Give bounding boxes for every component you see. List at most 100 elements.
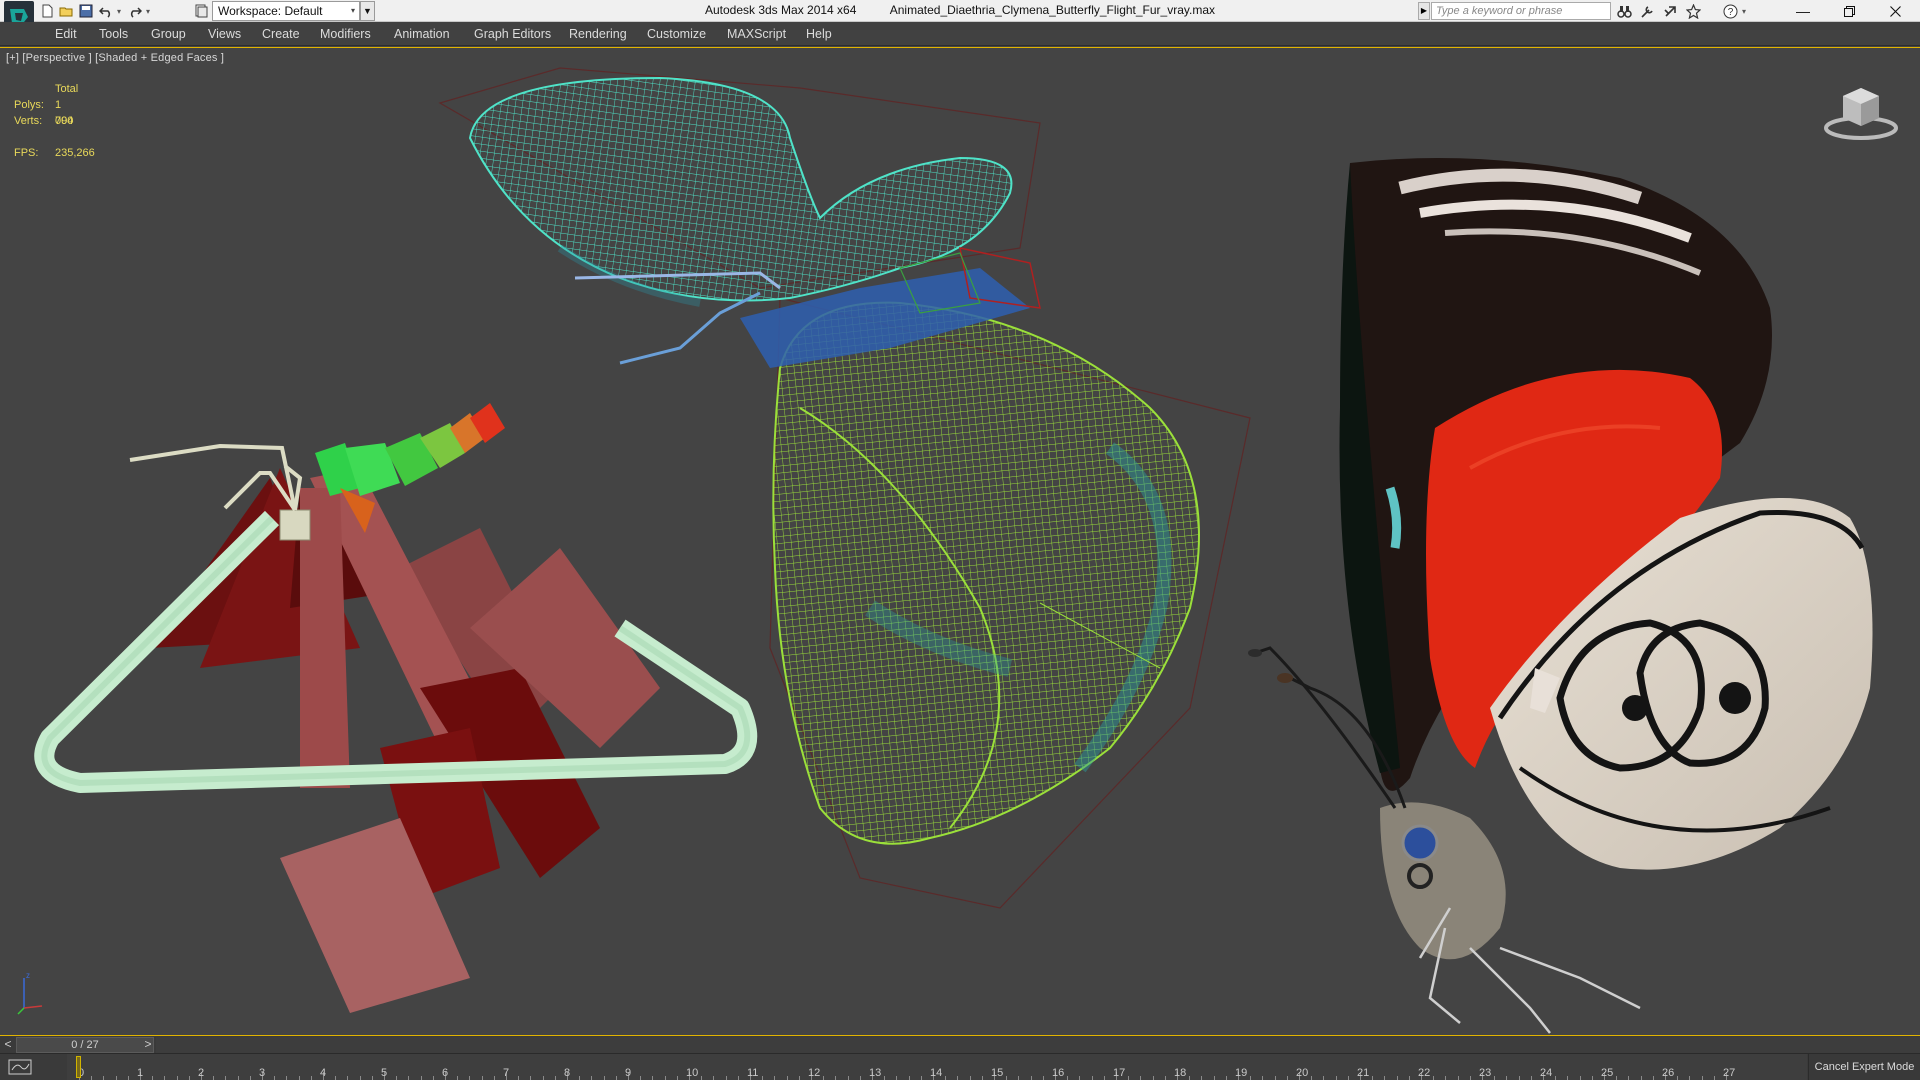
- help-dropdown-icon[interactable]: ▾: [1739, 2, 1749, 20]
- timeline-tick: [1103, 1076, 1105, 1080]
- project-folder-icon[interactable]: [192, 2, 210, 20]
- cancel-expert-mode-button[interactable]: Cancel Expert Mode: [1808, 1054, 1920, 1080]
- next-frame-button[interactable]: >: [140, 1036, 156, 1054]
- time-slider-thumb[interactable]: 0 / 27: [16, 1037, 154, 1053]
- timeline-tick: [335, 1076, 337, 1080]
- timeline-tick: [1628, 1076, 1630, 1080]
- fps-label: FPS:: [14, 147, 39, 159]
- bone-rig-object[interactable]: [34, 403, 758, 1013]
- timeline-tick: [1201, 1076, 1203, 1080]
- timeline-tick: [798, 1076, 800, 1080]
- undo-icon[interactable]: [97, 2, 115, 20]
- timeline-tick: [762, 1076, 764, 1080]
- workspace-expand-icon[interactable]: ▼: [360, 1, 375, 21]
- timeline-tick: [847, 1076, 849, 1080]
- current-frame-marker[interactable]: [76, 1056, 81, 1078]
- menu-tools[interactable]: Tools: [99, 27, 128, 41]
- timeline-tick: [579, 1076, 581, 1080]
- timeline-ruler[interactable]: 0 1 2 3 4 5 6 7 8 9 10 11 12 13 14 15 16 17 18 19 20 21 22 23 24…: [67, 1054, 1807, 1080]
- timeline-tick: [127, 1076, 129, 1080]
- verts-label: Verts:: [14, 115, 43, 127]
- timeline-tick: [713, 1076, 715, 1080]
- timeline-tick: [1262, 1076, 1264, 1080]
- timeline-tick: [1347, 1076, 1349, 1080]
- restore-icon: [1843, 5, 1855, 17]
- subscription-center-icon[interactable]: [1637, 2, 1657, 20]
- timeline-tick: [1079, 1076, 1081, 1080]
- viewport-label[interactable]: [+] [Perspective ] [Shaded + Edged Faces…: [6, 52, 224, 64]
- timeline-tick-label: 5: [381, 1067, 388, 1079]
- timeline-tick: [542, 1076, 544, 1080]
- timeline-tick-label: 17: [1113, 1067, 1126, 1079]
- app-window: ▾ ▾ Workspace: Default ▾ ▼ Autodesk 3ds …: [0, 0, 1920, 1080]
- timeline-tick: [286, 1076, 288, 1080]
- menu-modifiers[interactable]: Modifiers: [320, 27, 371, 41]
- timeline-tick: [225, 1076, 227, 1080]
- timeline-tick: [1091, 1076, 1093, 1080]
- app-title: Autodesk 3ds Max 2014 x64: [704, 3, 857, 17]
- time-slider-track[interactable]: [156, 1037, 1920, 1053]
- menu-create[interactable]: Create: [262, 27, 300, 41]
- binoculars-icon[interactable]: [1614, 2, 1634, 20]
- perspective-viewport[interactable]: [+] [Perspective ] [Shaded + Edged Faces…: [0, 47, 1920, 1036]
- timeline-tick: [1372, 1076, 1374, 1080]
- menu-help[interactable]: Help: [806, 27, 832, 41]
- timeline-tick-label: 12: [808, 1067, 821, 1079]
- menu-customize[interactable]: Customize: [647, 27, 706, 41]
- timeline-tick: [188, 1076, 190, 1080]
- favorites-star-icon[interactable]: [1683, 2, 1703, 20]
- viewcube-icon[interactable]: [1823, 78, 1899, 148]
- workspace-label: Workspace: Default: [218, 4, 323, 18]
- timeline-tick: [274, 1076, 276, 1080]
- timeline-tick: [213, 1076, 215, 1080]
- timeline-tick: [1335, 1076, 1337, 1080]
- timeline-tick: [493, 1076, 495, 1080]
- title-bar: ▾ ▾ Workspace: Default ▾ ▼ Autodesk 3ds …: [0, 0, 1920, 35]
- help-icon[interactable]: ?: [1720, 2, 1740, 20]
- save-icon[interactable]: [77, 2, 95, 20]
- undo-dropdown-icon[interactable]: ▾: [114, 2, 124, 20]
- timeline-tick: [1018, 1076, 1020, 1080]
- menu-rendering[interactable]: Rendering: [569, 27, 627, 41]
- redo-dropdown-icon[interactable]: ▾: [143, 2, 153, 20]
- communication-center-icon[interactable]: [1660, 2, 1680, 20]
- verts-value: 704: [55, 115, 74, 127]
- workspace-select[interactable]: Workspace: Default ▾ ▼: [212, 1, 375, 21]
- menu-edit[interactable]: Edit: [55, 27, 77, 41]
- timeline-tick-label: 26: [1662, 1067, 1675, 1079]
- viewport-scene[interactable]: [0, 48, 1920, 1037]
- rendered-butterfly[interactable]: [1248, 158, 1873, 1034]
- close-button[interactable]: [1872, 0, 1918, 22]
- timeline-tick: [664, 1076, 666, 1080]
- menu-views[interactable]: Views: [208, 27, 241, 41]
- redo-icon[interactable]: [126, 2, 144, 20]
- timeline-tick: [884, 1076, 886, 1080]
- timeline-tick: [1030, 1076, 1032, 1080]
- timeline-tick: [1506, 1076, 1508, 1080]
- menu-graph-editors[interactable]: Graph Editors: [474, 27, 551, 41]
- menu-group[interactable]: Group: [151, 27, 186, 41]
- restore-button[interactable]: [1826, 0, 1872, 22]
- timeline-tick: [298, 1076, 300, 1080]
- svg-text:?: ?: [1727, 7, 1733, 18]
- new-file-icon[interactable]: [38, 2, 56, 20]
- timeline-tick: [176, 1076, 178, 1080]
- timeline-tick: [1042, 1076, 1044, 1080]
- menu-maxscript[interactable]: MAXScript: [727, 27, 786, 41]
- search-expand-icon[interactable]: ▶: [1418, 2, 1430, 20]
- timeline-tick: [469, 1076, 471, 1080]
- timeline-tick: [432, 1076, 434, 1080]
- track-bar: 0 1 2 3 4 5 6 7 8 9 10 11 12 13 14 15 16 17 18 19 20 21 22 23 24…: [0, 1054, 1920, 1080]
- timeline-tick: [1457, 1076, 1459, 1080]
- mini-curve-editor-icon[interactable]: [8, 1058, 34, 1076]
- search-input[interactable]: Type a keyword or phrase: [1431, 2, 1611, 20]
- menu-bar: Edit Tools Group Views Create Modifiers …: [0, 22, 1920, 46]
- open-file-icon[interactable]: [57, 2, 75, 20]
- timeline-tick: [481, 1076, 483, 1080]
- timeline-tick: [615, 1076, 617, 1080]
- time-slider: < 0 / 27 >: [0, 1036, 1920, 1054]
- menu-animation[interactable]: Animation: [394, 27, 450, 41]
- prev-frame-button[interactable]: <: [0, 1036, 16, 1054]
- minimize-button[interactable]: —: [1780, 0, 1826, 22]
- timeline-tick: [859, 1076, 861, 1080]
